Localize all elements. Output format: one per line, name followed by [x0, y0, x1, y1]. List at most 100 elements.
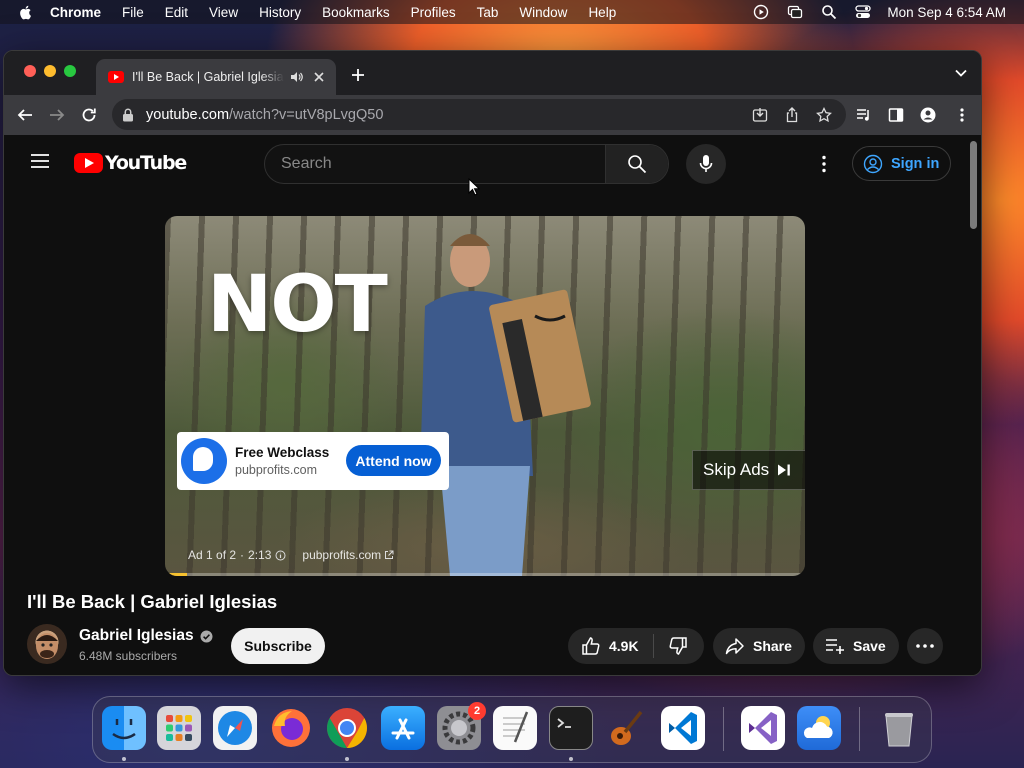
youtube-play-logo-icon: [74, 153, 103, 173]
menu-app-name[interactable]: Chrome: [50, 5, 101, 20]
menu-bookmarks[interactable]: Bookmarks: [322, 5, 390, 20]
terminal-prompt-icon: [557, 718, 571, 728]
share-page-icon[interactable]: [784, 107, 800, 123]
profile-icon[interactable]: [920, 107, 936, 123]
url-host: youtube.com: [146, 106, 230, 123]
youtube-header: YouTube Search Sign in: [4, 135, 981, 196]
menu-window[interactable]: Window: [519, 5, 567, 20]
install-app-icon[interactable]: [752, 107, 768, 123]
safari-compass-icon: [218, 711, 252, 745]
chrome-dock-icon[interactable]: [325, 706, 369, 750]
trash-dock-icon[interactable]: [877, 706, 921, 750]
youtube-logo[interactable]: YouTube: [74, 152, 187, 174]
sign-in-label: Sign in: [891, 155, 940, 172]
share-label: Share: [753, 638, 792, 654]
subscribe-button[interactable]: Subscribe: [231, 628, 325, 664]
video-title: I'll Be Back | Gabriel Iglesias: [27, 591, 278, 612]
safari-dock-icon[interactable]: [213, 706, 257, 750]
minimize-window-button[interactable]: [44, 65, 56, 77]
channel-name[interactable]: Gabriel Iglesias: [79, 627, 213, 645]
visual-studio-dock-icon[interactable]: [741, 706, 785, 750]
external-link-icon[interactable]: [384, 550, 394, 560]
new-tab-icon[interactable]: [350, 67, 366, 83]
close-window-button[interactable]: [24, 65, 36, 77]
menu-file[interactable]: File: [122, 5, 144, 20]
skip-ads-button[interactable]: Skip Ads: [692, 450, 805, 490]
like-thumb-icon[interactable]: [581, 636, 601, 656]
dislike-thumb-icon[interactable]: [668, 636, 688, 656]
verified-check-icon: [200, 630, 213, 642]
more-horizontal-icon: [916, 644, 934, 648]
close-tab-icon[interactable]: [312, 70, 326, 84]
app-store-dock-icon[interactable]: [381, 706, 425, 750]
more-actions-button[interactable]: [907, 628, 943, 664]
search-icon: [628, 155, 647, 174]
menu-view[interactable]: View: [209, 5, 238, 20]
save-label: Save: [853, 638, 886, 654]
launchpad-grid-icon: [166, 715, 192, 741]
ad-overlay-text: NOT: [207, 260, 388, 350]
ad-info-icon[interactable]: [275, 550, 286, 561]
bookmark-star-icon[interactable]: [816, 107, 832, 123]
terminal-dock-icon[interactable]: [549, 706, 593, 750]
back-arrow-icon[interactable]: [16, 106, 34, 124]
guitar-icon: [611, 710, 643, 745]
tab-search-chevron-icon[interactable]: [955, 69, 967, 77]
garageband-dock-icon[interactable]: [605, 706, 649, 750]
media-play-icon[interactable]: [753, 4, 769, 20]
like-count[interactable]: 4.9K: [609, 638, 639, 654]
url-text[interactable]: youtube.com/watch?v=utV8pLvgQ50: [146, 107, 383, 123]
menu-clock[interactable]: Mon Sep 4 6:54 AM: [887, 5, 1006, 20]
tab-audio-icon[interactable]: [290, 70, 304, 84]
forward-arrow-icon[interactable]: [48, 106, 66, 124]
youtube-page: YouTube Search Sign in NOT Free Webclass…: [4, 135, 981, 675]
share-button[interactable]: Share: [713, 628, 805, 664]
tab-title: I'll Be Back | Gabriel Iglesias: [132, 70, 284, 84]
save-button[interactable]: Save: [813, 628, 899, 664]
ad-progress-bar[interactable]: [165, 573, 805, 576]
zoom-window-button[interactable]: [64, 65, 76, 77]
menu-help[interactable]: Help: [588, 5, 616, 20]
advertiser-logo-icon: [181, 438, 227, 484]
attend-now-button[interactable]: Attend now: [346, 445, 441, 476]
youtube-favicon-icon: [108, 71, 124, 83]
dock: 2: [92, 696, 932, 763]
app-store-a-icon: [391, 718, 415, 740]
hamburger-menu-icon[interactable]: [30, 153, 50, 169]
ad-info-domain[interactable]: pubprofits.com: [302, 548, 381, 562]
side-panel-icon[interactable]: [888, 107, 904, 123]
channel-avatar[interactable]: [27, 624, 67, 664]
address-bar[interactable]: youtube.com/watch?v=utV8pLvgQ50: [112, 99, 846, 130]
chrome-logo-icon: [327, 708, 367, 748]
screen-mirroring-icon[interactable]: [787, 4, 803, 20]
menu-history[interactable]: History: [259, 5, 301, 20]
menu-tab[interactable]: Tab: [477, 5, 499, 20]
finder-dock-icon[interactable]: [102, 706, 146, 750]
menu-profiles[interactable]: Profiles: [411, 5, 456, 20]
ad-card[interactable]: Free Webclass pubprofits.com Attend now: [177, 432, 449, 490]
account-icon: [863, 154, 883, 173]
video-player[interactable]: NOT Free Webclass pubprofits.com Attend …: [165, 216, 805, 576]
ad-time: 2:13: [248, 548, 272, 562]
control-center-icon[interactable]: [855, 4, 872, 20]
search-input[interactable]: Search: [265, 145, 606, 183]
weather-dock-icon[interactable]: [797, 706, 841, 750]
media-controls-icon[interactable]: [856, 107, 872, 123]
ad-progress-fill: [165, 573, 188, 576]
vscode-dock-icon[interactable]: [661, 706, 705, 750]
menu-edit[interactable]: Edit: [165, 5, 188, 20]
reload-icon[interactable]: [80, 106, 98, 124]
like-dislike-group: 4.9K: [568, 628, 704, 664]
search-button[interactable]: [605, 145, 668, 183]
lock-icon[interactable]: [122, 108, 134, 122]
sign-in-button[interactable]: Sign in: [852, 146, 951, 181]
settings-kebab-icon[interactable]: [820, 155, 828, 173]
firefox-dock-icon[interactable]: [269, 706, 313, 750]
chrome-menu-icon[interactable]: [954, 107, 970, 123]
voice-search-button[interactable]: [686, 144, 726, 184]
browser-tab[interactable]: I'll Be Back | Gabriel Iglesias: [96, 59, 336, 95]
apple-menu-icon[interactable]: [18, 4, 34, 20]
launchpad-dock-icon[interactable]: [157, 706, 201, 750]
spotlight-search-icon[interactable]: [821, 4, 837, 20]
textedit-dock-icon[interactable]: [493, 706, 537, 750]
